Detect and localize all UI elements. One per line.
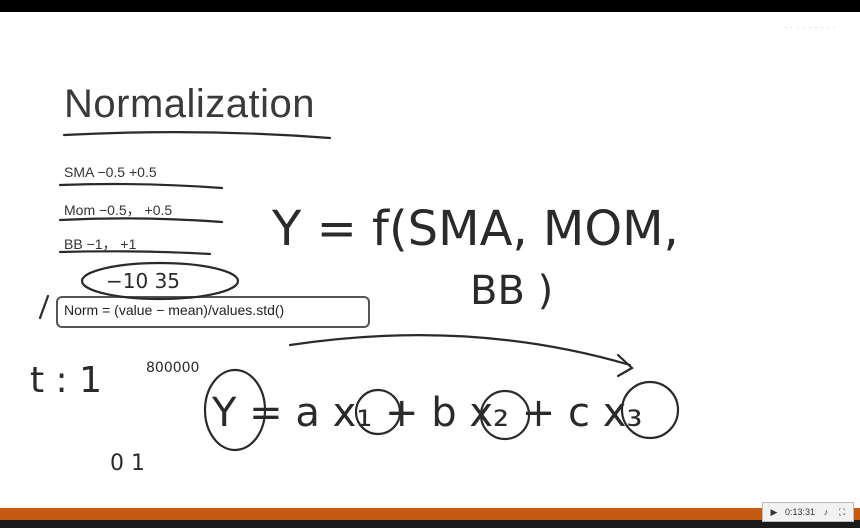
watermark-text: · · · · · · · · · — [783, 22, 836, 33]
bullet-sma: SMA −0.5 +0.5 — [64, 164, 157, 180]
normalization-formula: Norm = (value − mean)/values.std() — [64, 302, 285, 318]
player-controls[interactable]: ▶ 0:13:31 ♪ ⛶ — [761, 502, 854, 522]
play-icon[interactable]: ▶ — [769, 507, 779, 518]
bullet-mom: Mom −0.5， +0.5 — [64, 202, 173, 218]
slide-footer-bar — [0, 508, 860, 528]
playback-time: 0:13:31 — [784, 507, 815, 517]
slide-title: Normalization — [64, 82, 316, 126]
fullscreen-icon[interactable]: ⛶ — [837, 507, 847, 518]
bullet-bb: BB −1， +1 — [64, 236, 137, 252]
volume-icon[interactable]: ♪ — [821, 507, 831, 517]
top-black-bar — [0, 0, 860, 12]
footer-dark-strip — [0, 520, 860, 528]
